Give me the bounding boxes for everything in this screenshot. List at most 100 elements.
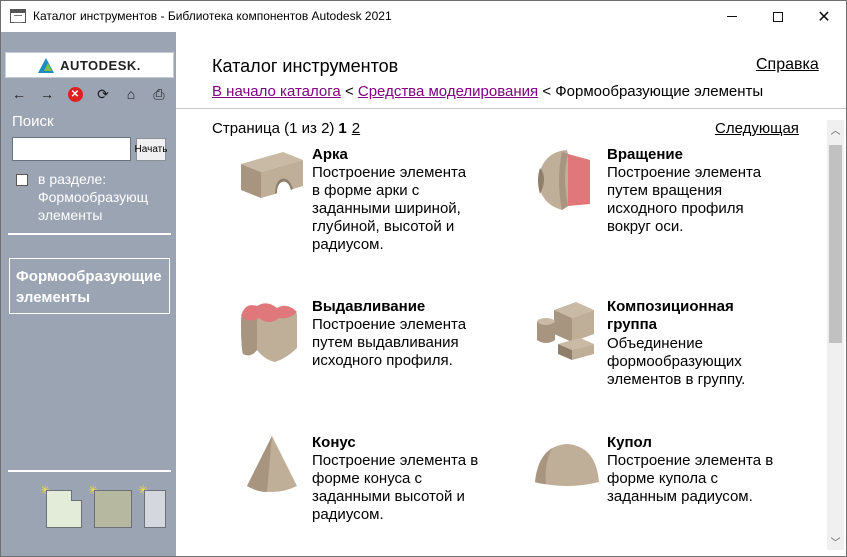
- catalog-item-cone[interactable]: Конус Построение элемента в форме конуса…: [237, 434, 507, 524]
- pager-label: Страница (1 из 2): [212, 120, 335, 137]
- dome-shape-icon: [535, 444, 599, 486]
- pager: Страница (1 из 2) 1 2: [212, 120, 360, 137]
- cone-shape-icon: [247, 436, 297, 492]
- item-description-line: глубиной, высотой и: [312, 218, 455, 235]
- item-description-line: форме купола с: [607, 470, 718, 487]
- item-title: Купол: [607, 434, 652, 451]
- item-description: Построение элемента путем вращения исход…: [607, 164, 761, 236]
- forward-button[interactable]: →: [33, 85, 61, 103]
- item-description-line: заданными шириной,: [312, 200, 461, 217]
- page-title: Каталог инструментов: [212, 56, 399, 76]
- new-folder-icon[interactable]: [94, 490, 132, 528]
- forward-arrow-icon: →: [40, 86, 54, 102]
- maximize-icon: [773, 11, 783, 22]
- item-description-line: Объединение: [607, 335, 703, 352]
- chevron-up-icon: ︿: [830, 125, 841, 137]
- help-link[interactable]: Справка: [756, 56, 819, 74]
- current-section-link[interactable]: Формообразующие элементы: [9, 258, 170, 314]
- maximize-button[interactable]: [755, 1, 801, 32]
- item-title: Композиционная группа: [607, 298, 734, 334]
- scroll-up-button[interactable]: ︿: [827, 120, 844, 138]
- close-icon: ✕: [817, 8, 831, 26]
- sidebar: AUTODESK. ← → ✕ ⟳ ⌂ ⎙ Поиск Начать в раз…: [1, 32, 176, 556]
- in-section-label-line: в разделе:: [38, 171, 107, 187]
- search-label: Поиск: [12, 113, 54, 130]
- catalog-item-revolve[interactable]: Вращение Построение элемента путем враще…: [532, 146, 802, 256]
- item-description: Построение элемента путем выдавливания и…: [312, 316, 466, 370]
- item-description: Объединение формообразующих элементов в …: [607, 335, 745, 389]
- search-input[interactable]: [12, 137, 131, 161]
- in-section-checkbox[interactable]: [16, 174, 28, 186]
- sidebar-divider: [8, 470, 171, 472]
- minimize-button[interactable]: [709, 1, 755, 32]
- catalog-window-icon: [10, 9, 26, 23]
- catalog-item-extrude[interactable]: Выдавливание Построение элемента путем в…: [237, 298, 507, 388]
- back-button[interactable]: ←: [5, 85, 33, 103]
- item-title: Конус: [312, 434, 356, 451]
- breadcrumb-home-link[interactable]: В начало каталога: [212, 83, 341, 100]
- item-title: Вращение: [607, 146, 683, 163]
- refresh-icon: ⟳: [97, 85, 109, 102]
- item-description-line: путем выдавливания: [312, 334, 459, 351]
- item-title-line: группа: [607, 316, 658, 333]
- back-arrow-icon: ←: [12, 86, 26, 102]
- item-description-line: заданными высотой и: [312, 488, 465, 505]
- item-title: Арка: [312, 146, 348, 163]
- print-button[interactable]: ⎙: [145, 85, 173, 103]
- next-page-link[interactable]: Следующая: [715, 120, 799, 137]
- composite-group-shape-icon: [537, 302, 594, 360]
- catalog-item-composite-group[interactable]: Композиционная группа Объединение формоо…: [532, 298, 802, 398]
- app-window: Каталог инструментов - Библиотека компон…: [0, 0, 847, 557]
- print-icon: ⎙: [153, 85, 165, 102]
- item-description-line: Построение элемента: [312, 316, 467, 333]
- scrollbar-thumb[interactable]: [829, 145, 842, 343]
- item-description-line: исходного профиля: [607, 200, 744, 217]
- item-description: Построение элемента в форме купола с зад…: [607, 452, 773, 506]
- refresh-button[interactable]: ⟳: [89, 85, 117, 103]
- catalog-item-arch[interactable]: Арка Построение элемента в форме арки с …: [237, 146, 507, 256]
- revolve-shape-icon: [538, 150, 590, 210]
- scroll-down-button[interactable]: ﹀: [827, 532, 844, 550]
- arch-shape-icon: [241, 152, 303, 198]
- item-description-line: Построение элемента в: [312, 452, 479, 469]
- item-description-line: формообразующих: [607, 353, 742, 370]
- search-start-button[interactable]: Начать: [135, 138, 167, 161]
- catalog-item-dome[interactable]: Купол Построение элемента в форме купола…: [532, 434, 802, 514]
- in-section-label-line: элементы: [38, 207, 103, 223]
- item-description-line: вокруг оси.: [607, 218, 684, 235]
- chevron-down-icon: ﹀: [830, 537, 841, 549]
- stop-button[interactable]: ✕: [61, 85, 89, 103]
- home-icon: ⌂: [126, 86, 136, 102]
- stop-icon: ✕: [67, 86, 83, 102]
- logo-text: AUTODESK.: [60, 57, 141, 73]
- header-divider: [176, 108, 846, 109]
- content-pane: Каталог инструментов Справка В начало ка…: [176, 32, 846, 556]
- item-description-line: Построение элемента в: [607, 452, 774, 469]
- breadcrumb: В начало каталога < Средства моделирован…: [212, 83, 763, 100]
- item-description-line: элементов в группу.: [607, 371, 746, 388]
- in-section-label: в разделе: Формообразующ элементы: [38, 170, 168, 224]
- item-title: Выдавливание: [312, 298, 426, 315]
- in-section-label-line: Формообразующ: [38, 189, 149, 205]
- breadcrumb-modeling-link[interactable]: Средства моделирования: [358, 83, 538, 100]
- home-button[interactable]: ⌂: [117, 85, 145, 103]
- item-description-line: в форме арки с: [312, 182, 420, 199]
- window-title: Каталог инструментов - Библиотека компон…: [33, 9, 392, 23]
- minimize-icon: [727, 16, 737, 17]
- item-description-line: путем вращения: [607, 182, 723, 199]
- item-description-line: заданным радиусом.: [607, 488, 753, 505]
- new-tool-icon[interactable]: [144, 490, 166, 528]
- nav-toolbar: ← → ✕ ⟳ ⌂ ⎙: [5, 84, 174, 104]
- new-document-icon[interactable]: [46, 490, 82, 528]
- breadcrumb-separator: <: [344, 83, 354, 100]
- item-description-line: Построение элемента: [312, 164, 467, 181]
- item-description-line: исходного профиля.: [312, 352, 453, 369]
- pager-page-2-link[interactable]: 2: [352, 120, 360, 137]
- section-box-line: элементы: [16, 289, 91, 306]
- vertical-scrollbar[interactable]: ︿ ﹀: [827, 120, 844, 550]
- autodesk-logo-icon: [38, 57, 55, 73]
- close-button[interactable]: ✕: [801, 1, 847, 32]
- pager-current-page: 1: [338, 120, 347, 137]
- item-description-line: радиусом.: [312, 236, 384, 253]
- item-title-line: Композиционная: [607, 298, 734, 315]
